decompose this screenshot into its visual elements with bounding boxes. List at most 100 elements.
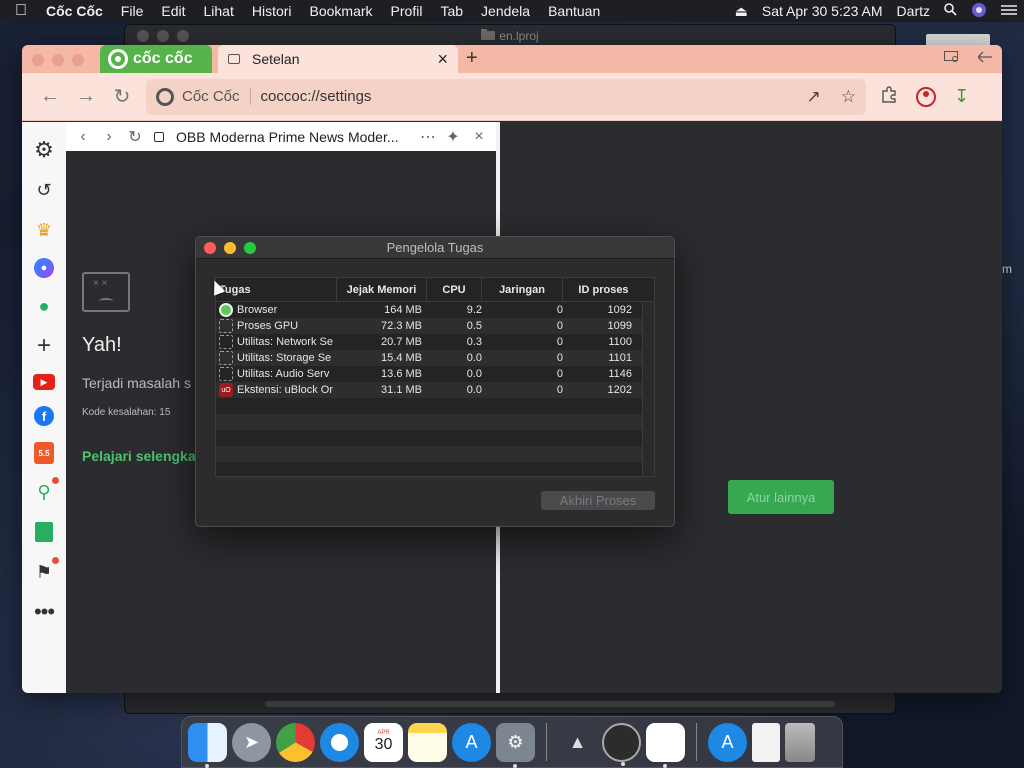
launchpad-icon[interactable]: ➤: [232, 722, 271, 762]
forward-arrow-icon[interactable]: →: [68, 85, 104, 108]
toolbar-right: ↧: [880, 85, 969, 108]
address-bar[interactable]: Cốc Cốc coccoc://settings ↗ ☆: [146, 78, 866, 115]
siri-icon[interactable]: [964, 2, 994, 21]
tab-settings[interactable]: Setelan ×: [218, 45, 458, 73]
clock-icon[interactable]: [602, 722, 641, 766]
maximize-window-icon[interactable]: [244, 242, 256, 254]
apple-menu-icon[interactable]: : [0, 2, 42, 20]
panel-back-icon[interactable]: ‹: [76, 128, 90, 146]
column-header-pid[interactable]: ID proses: [563, 278, 644, 302]
notes-icon[interactable]: [408, 722, 447, 762]
cpu-cell: 0.5: [466, 320, 482, 332]
url-text[interactable]: coccoc://settings: [261, 88, 807, 105]
background-edge-text: m: [1002, 262, 1012, 276]
task-name: Utilitas: Storage Se: [237, 352, 332, 364]
shopee-icon[interactable]: 5.5: [34, 442, 54, 464]
app-store-icon[interactable]: A: [452, 722, 491, 762]
extensions-puzzle-icon[interactable]: [880, 85, 898, 108]
share-icon[interactable]: ↗: [807, 87, 821, 107]
safari-icon[interactable]: [320, 722, 359, 762]
document-icon[interactable]: [752, 722, 780, 762]
column-header-network[interactable]: Jaringan: [482, 277, 563, 302]
table-row[interactable]: Utilitas: Network Se 20.7 MB 0.3 0 1100: [216, 334, 654, 350]
app-store-downloads-icon[interactable]: A: [708, 722, 747, 762]
learn-more-link[interactable]: Pelajari selengka: [82, 448, 196, 464]
table-row[interactable]: Utilitas: Storage Se 15.4 MB 0.0 0 1101: [216, 350, 654, 366]
map-pin-icon[interactable]: ⚲: [32, 477, 59, 504]
panel-reload-icon[interactable]: ↻: [128, 127, 142, 147]
menu-user[interactable]: Dartz: [890, 3, 937, 19]
table-row[interactable]: uO Ekstensi: uBlock Or 31.1 MB 0.0 0 1202: [216, 382, 654, 398]
sidebar-toggle-icon[interactable]: [977, 51, 992, 66]
system-preferences-icon[interactable]: ⚙: [496, 722, 535, 768]
table-row[interactable]: Proses GPU 72.3 MB 0.5 0 1099: [216, 318, 654, 334]
tab-strip: cốc cốc Setelan × +: [22, 45, 1002, 73]
history-icon[interactable]: ↺: [32, 178, 56, 202]
puzzle-icon: [219, 351, 233, 365]
coccoc-logo-button[interactable]: cốc cốc: [100, 45, 212, 73]
close-window-icon[interactable]: [204, 242, 216, 254]
notification-bell-icon[interactable]: ⚑: [32, 557, 59, 584]
end-process-button[interactable]: Akhiri Proses: [541, 491, 655, 510]
task-name: Ekstensi: uBlock Or: [237, 384, 333, 396]
process-table-scrollbar[interactable]: [642, 302, 654, 476]
tab-search-icon[interactable]: [944, 51, 960, 66]
panel-forward-icon[interactable]: ›: [102, 128, 116, 146]
new-tab-button[interactable]: +: [466, 47, 478, 70]
dock: ➤ APR 30 A ⚙ ▲ A: [181, 716, 843, 768]
more-dots-icon[interactable]: •••: [32, 599, 56, 624]
pid-cell: 1101: [608, 352, 632, 364]
menu-edit[interactable]: Edit: [152, 3, 194, 19]
trash-icon[interactable]: [785, 722, 815, 762]
menu-tab[interactable]: Tab: [431, 3, 472, 19]
coccoc-dock-icon[interactable]: [646, 722, 685, 768]
facebook-icon[interactable]: f: [34, 406, 54, 426]
youtube-icon[interactable]: ▶: [33, 374, 55, 390]
cpu-cell: 0.0: [466, 352, 482, 364]
settings-gear-icon[interactable]: ⚙: [32, 137, 56, 162]
table-row[interactable]: Utilitas: Audio Serv 13.6 MB 0.0 0 1146: [216, 366, 654, 382]
menu-history[interactable]: Histori: [243, 3, 301, 19]
gamepad-icon[interactable]: ●: [32, 294, 56, 318]
minimize-window-icon[interactable]: [224, 242, 236, 254]
menu-bookmark[interactable]: Bookmark: [301, 3, 382, 19]
menu-clock[interactable]: Sat Apr 30 5:23 AM: [755, 3, 890, 19]
profile-avatar-icon[interactable]: [916, 86, 936, 107]
spotlight-icon[interactable]: [937, 3, 964, 19]
bookmark-star-icon[interactable]: ☆: [841, 87, 856, 107]
cpu-cell: 0.0: [466, 368, 482, 380]
panel-pin-icon[interactable]: ✦: [446, 127, 460, 147]
chrome-icon[interactable]: [276, 722, 315, 762]
download-icon[interactable]: ↧: [954, 86, 969, 107]
add-panel-icon[interactable]: +: [32, 332, 56, 359]
control-center-icon[interactable]: [994, 3, 1024, 19]
instruments-icon[interactable]: ▲: [558, 723, 597, 762]
error-code: Kode kesalahan: 15: [82, 407, 171, 418]
column-header-task[interactable]: Tugas: [216, 277, 337, 302]
calendar-icon[interactable]: APR 30: [364, 722, 403, 762]
background-window-scrollbar[interactable]: [265, 701, 835, 707]
spreadsheet-icon[interactable]: [32, 520, 56, 544]
menu-help[interactable]: Bantuan: [539, 3, 609, 19]
column-header-cpu[interactable]: CPU: [427, 277, 482, 302]
menu-file[interactable]: File: [112, 3, 153, 19]
task-manager-titlebar[interactable]: Pengelola Tugas: [196, 237, 674, 259]
menu-window[interactable]: Jendela: [472, 3, 539, 19]
finder-icon[interactable]: [188, 722, 227, 768]
pid-cell: 1100: [608, 336, 632, 348]
coccoc-site-icon: [156, 87, 174, 106]
reload-icon[interactable]: ↻: [104, 84, 140, 109]
menu-app-name[interactable]: Cốc Cốc: [42, 3, 112, 19]
crown-icon[interactable]: ♛: [32, 218, 56, 242]
eject-icon[interactable]: ⏏: [728, 3, 755, 20]
menu-profile[interactable]: Profil: [382, 3, 432, 19]
settings-action-button[interactable]: Atur lainnya: [728, 480, 834, 514]
table-row[interactable]: Browser 164 MB 9.2 0 1092: [216, 302, 654, 318]
panel-more-icon[interactable]: ⋯: [420, 127, 436, 147]
back-arrow-icon[interactable]: ←: [32, 85, 68, 108]
tab-close-icon[interactable]: ×: [437, 49, 448, 70]
panel-close-icon[interactable]: ×: [472, 128, 486, 146]
menu-view[interactable]: Lihat: [194, 3, 242, 19]
messenger-icon[interactable]: ●: [34, 258, 54, 278]
column-header-memory[interactable]: Jejak Memori: [337, 277, 427, 302]
